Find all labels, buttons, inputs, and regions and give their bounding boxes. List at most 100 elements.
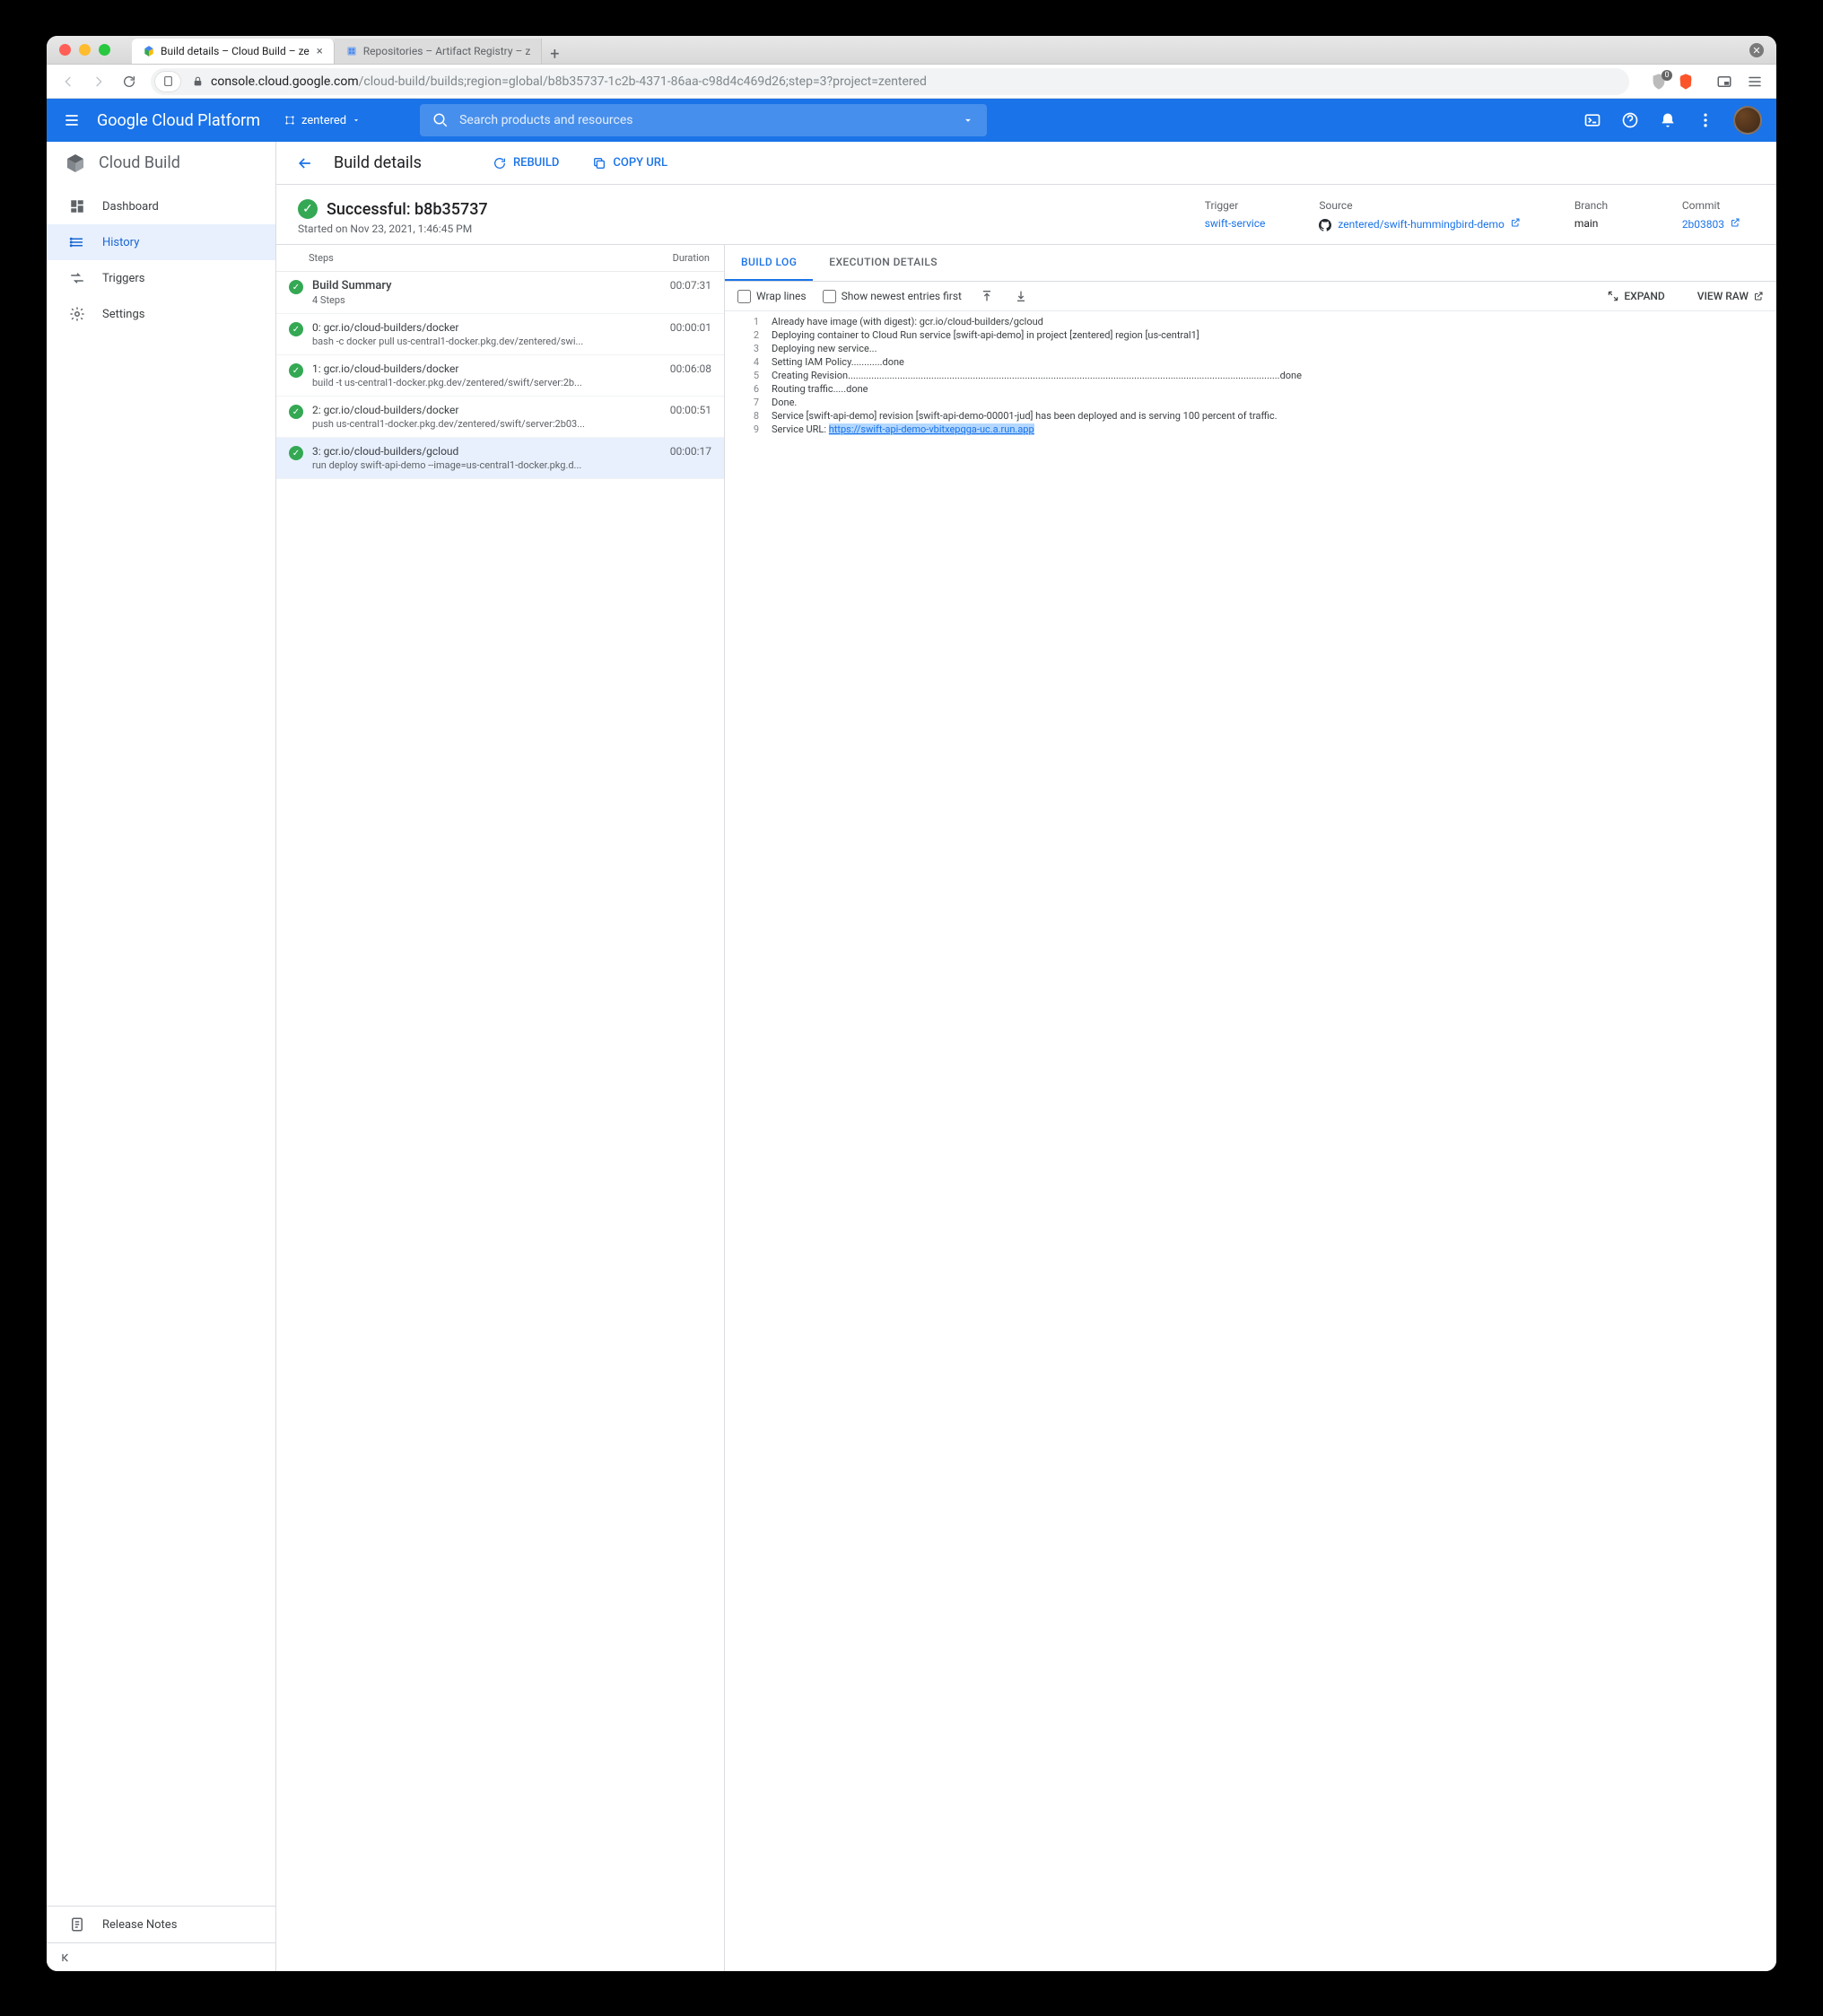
search-box[interactable]	[420, 104, 987, 136]
download-icon[interactable]	[1012, 287, 1030, 305]
external-link-icon	[1730, 217, 1740, 228]
step-row[interactable]: ✓ 2: gcr.io/cloud-builders/docker push u…	[276, 397, 724, 438]
notes-icon	[68, 1916, 86, 1933]
meta-commit: Commit 2b03803	[1682, 199, 1740, 231]
log-line: 5Creating Revision......................…	[725, 369, 1776, 382]
url-field[interactable]: console.cloud.google.com/cloud-build/bui…	[151, 68, 1629, 95]
url-text: console.cloud.google.com/cloud-build/bui…	[211, 74, 927, 89]
expand-button[interactable]: EXPAND	[1607, 290, 1664, 302]
gcp-favicon	[143, 45, 155, 57]
project-picker[interactable]: zentered	[275, 110, 370, 131]
copy-url-button[interactable]: COPY URL	[584, 150, 675, 177]
notifications-icon[interactable]	[1658, 110, 1678, 130]
wrap-lines-checkbox[interactable]: Wrap lines	[737, 290, 807, 303]
sidebar-item-label: History	[102, 236, 139, 249]
maximize-window-button[interactable]	[99, 44, 110, 56]
sidebar-item-triggers[interactable]: Triggers	[47, 260, 275, 296]
traffic-lights	[59, 44, 110, 56]
page-header: Build details REBUILD COPY URL	[276, 142, 1776, 185]
meta-source: Source zentered/swift-hummingbird-demo	[1319, 199, 1520, 231]
sidebar-item-dashboard[interactable]: Dashboard	[47, 188, 275, 224]
new-tab-button[interactable]: +	[542, 45, 567, 64]
avatar[interactable]	[1733, 106, 1762, 135]
build-info: ✓ Successful: b8b35737 Started on Nov 23…	[276, 185, 1776, 244]
log-line: 6Routing traffic.....done	[725, 382, 1776, 396]
browser-tab-active[interactable]: Build details – Cloud Build – ze ×	[132, 39, 335, 64]
history-icon	[68, 233, 86, 251]
header-icons	[1583, 106, 1762, 135]
source-link[interactable]: zentered/swift-hummingbird-demo	[1338, 218, 1504, 231]
main-content: Build details REBUILD COPY URL ✓ Success…	[276, 142, 1776, 1971]
log-tabs: BUILD LOG EXECUTION DETAILS	[725, 245, 1776, 282]
more-menu-icon[interactable]	[1696, 110, 1715, 130]
log-panel: BUILD LOG EXECUTION DETAILS Wrap lines S…	[725, 245, 1776, 1971]
scroll-top-icon[interactable]	[978, 287, 996, 305]
log-line: 2Deploying container to Cloud Run servic…	[725, 328, 1776, 342]
nav-menu-button[interactable]	[61, 109, 83, 131]
titlebar-close-icon[interactable]: ✕	[1749, 43, 1764, 57]
log-lines[interactable]: 1Already have image (with digest): gcr.i…	[725, 311, 1776, 1971]
step-row[interactable]: ✓ 1: gcr.io/cloud-builders/docker build …	[276, 355, 724, 397]
log-line: 9Service URL: https://swift-api-demo-vbi…	[725, 423, 1776, 436]
sidebar-item-label: Dashboard	[102, 200, 159, 214]
minimize-window-button[interactable]	[79, 44, 91, 56]
service-url-link[interactable]: https://swift-api-demo-vbitxepqga-uc.a.r…	[829, 423, 1034, 435]
nav-back-button[interactable]	[59, 73, 77, 91]
success-icon: ✓	[289, 363, 303, 378]
sidebar-item-history[interactable]: History	[47, 224, 275, 260]
page-title: Build details	[334, 153, 422, 172]
product-header: Cloud Build	[47, 142, 275, 185]
search-input[interactable]	[459, 113, 951, 127]
nav-forward-button[interactable]	[90, 73, 108, 91]
site-info-chip[interactable]	[154, 71, 181, 92]
refresh-icon	[492, 155, 508, 171]
step-summary[interactable]: ✓ Build Summary 4 Steps 00:07:31	[276, 272, 724, 314]
sidebar-release-notes[interactable]: Release Notes	[47, 1907, 275, 1942]
github-icon	[1319, 219, 1331, 231]
log-line: 4Setting IAM Policy............done	[725, 355, 1776, 369]
steps-header: Steps Duration	[276, 245, 724, 272]
url-bar: console.cloud.google.com/cloud-build/bui…	[47, 65, 1776, 99]
step-row[interactable]: ✓ 0: gcr.io/cloud-builders/docker bash -…	[276, 314, 724, 355]
project-name: zentered	[301, 114, 346, 127]
newest-first-checkbox[interactable]: Show newest entries first	[823, 290, 962, 303]
help-icon[interactable]	[1620, 110, 1640, 130]
dashboard-icon	[68, 197, 86, 215]
rebuild-button[interactable]: REBUILD	[484, 150, 566, 177]
gcp-favicon	[345, 45, 358, 57]
chevron-down-icon[interactable]	[962, 114, 974, 127]
cloud-shell-icon[interactable]	[1583, 110, 1602, 130]
step-row[interactable]: ✓ 3: gcr.io/cloud-builders/gcloud run de…	[276, 438, 724, 479]
tab-title: Repositories – Artifact Registry – z	[363, 45, 531, 57]
browser-tab-inactive[interactable]: Repositories – Artifact Registry – z	[335, 39, 543, 64]
trigger-link[interactable]: swift-service	[1205, 217, 1266, 230]
log-line: 7Done.	[725, 396, 1776, 409]
pip-button[interactable]	[1715, 73, 1733, 91]
meta-trigger: Trigger swift-service	[1205, 199, 1266, 230]
back-button[interactable]	[294, 153, 316, 174]
view-raw-button[interactable]: VIEW RAW	[1697, 290, 1764, 302]
commit-link[interactable]: 2b03803	[1682, 218, 1724, 231]
success-icon: ✓	[289, 446, 303, 460]
gear-icon	[68, 305, 86, 323]
collapse-nav-button[interactable]	[47, 1942, 275, 1971]
reload-button[interactable]	[120, 73, 138, 91]
external-link-icon	[1510, 217, 1521, 228]
meta-branch: Branch main	[1574, 199, 1628, 230]
tab-build-log[interactable]: BUILD LOG	[725, 245, 813, 281]
browser-menu-button[interactable]	[1746, 73, 1764, 91]
sidebar-item-label: Release Notes	[102, 1918, 177, 1932]
brave-icon[interactable]	[1678, 74, 1694, 90]
browser-tabs: Build details – Cloud Build – ze × Repos…	[132, 36, 567, 64]
close-tab-icon[interactable]: ×	[317, 45, 323, 58]
success-icon: ✓	[289, 322, 303, 336]
close-window-button[interactable]	[59, 44, 71, 56]
shield-icon[interactable]: 0	[1651, 74, 1667, 90]
log-toolbar: Wrap lines Show newest entries first EXP…	[725, 282, 1776, 311]
tab-execution-details[interactable]: EXECUTION DETAILS	[813, 245, 954, 281]
triggers-icon	[68, 269, 86, 287]
sidebar-item-label: Settings	[102, 308, 144, 321]
success-icon: ✓	[298, 199, 318, 219]
log-line: 1Already have image (with digest): gcr.i…	[725, 315, 1776, 328]
sidebar-item-settings[interactable]: Settings	[47, 296, 275, 332]
